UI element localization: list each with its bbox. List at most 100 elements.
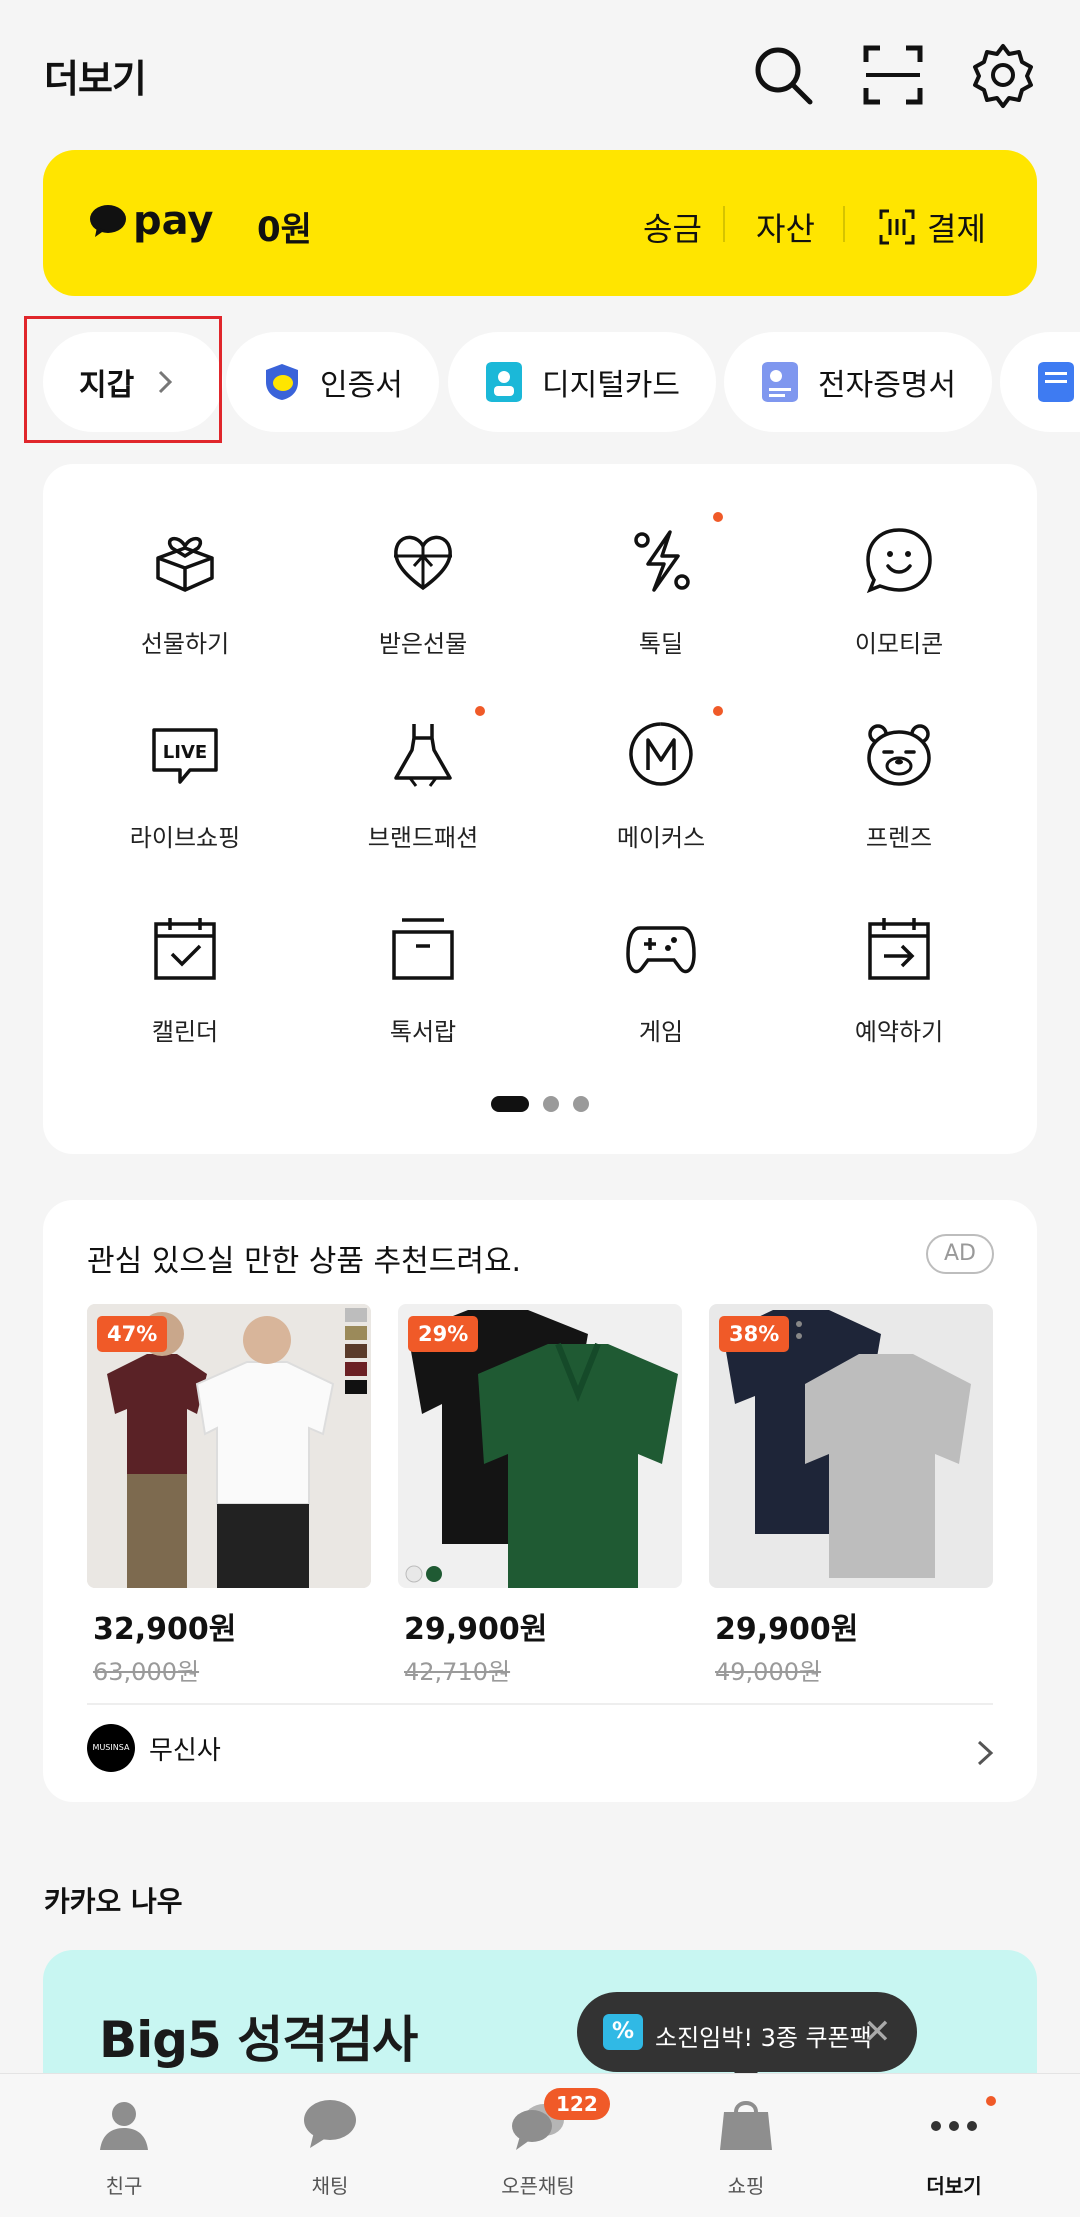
bottom-tab-bar: 친구 채팅 122 오픈채팅 쇼핑 더보기: [0, 2073, 1080, 2217]
gear-icon[interactable]: [968, 40, 1038, 110]
recommendation-ad-card: 관심 있으실 만한 상품 추천드려요. AD 47% 32,900원 63,00…: [43, 1200, 1037, 1802]
product-original-price: 63,000원: [93, 1658, 200, 1686]
chip-certificate[interactable]: 인증서: [226, 332, 439, 432]
grid-label: 톡서랍: [389, 1018, 457, 1046]
grid-label: 캘린더: [151, 1018, 219, 1046]
new-dot: [713, 706, 723, 716]
person-icon: [100, 2102, 148, 2150]
mail-doc-icon: [1038, 362, 1074, 402]
chevron-right-icon[interactable]: [973, 1738, 997, 1768]
grid-item-friends[interactable]: 프렌즈: [779, 720, 1019, 890]
percent-tag-icon: %: [603, 2014, 643, 2050]
grid-item-emoticon[interactable]: 이모티콘: [779, 526, 1019, 696]
shield-icon: [266, 364, 298, 400]
chat-bubble-icon: [304, 2100, 356, 2148]
grid-item-makers[interactable]: 메이커스: [541, 706, 781, 890]
close-icon[interactable]: ✕: [863, 2012, 892, 2052]
shopping-bag-icon: [720, 2101, 772, 2150]
pay-balance[interactable]: 0원: [257, 202, 312, 251]
heart-gift-icon: [394, 535, 452, 591]
grid-label: 받은선물: [378, 630, 468, 658]
tab-shopping[interactable]: 쇼핑: [666, 2094, 826, 2204]
product-image[interactable]: 38%: [709, 1304, 993, 1588]
percent-bolt-icon: [634, 530, 690, 592]
coupon-toast[interactable]: % 소진임박! 3종 쿠폰팩 ✕: [577, 1992, 917, 2084]
more-dots-icon: [931, 2121, 977, 2131]
grid-label: 선물하기: [140, 630, 230, 658]
tab-label: 친구: [105, 2174, 143, 2198]
gamepad-icon: [626, 926, 696, 974]
product-price: 29,900원: [404, 1612, 548, 1647]
scan-icon[interactable]: [858, 40, 928, 110]
grid-item-live-shopping[interactable]: LIVE 라이브쇼핑: [65, 720, 305, 890]
product-card[interactable]: 29% 29,900원 42,710원: [398, 1304, 682, 1686]
tab-open-chat[interactable]: 122 오픈채팅: [458, 2088, 618, 2204]
grid-item-received-gift[interactable]: 받은선물: [303, 526, 543, 696]
makers-m-icon: [629, 722, 693, 786]
assets-button[interactable]: 자산: [756, 204, 815, 250]
payment-label: 결제: [927, 210, 986, 248]
product-original-price: 49,000원: [715, 1658, 822, 1686]
wallet-highlight-box: [24, 316, 222, 443]
chip-digital-card[interactable]: 디지털카드: [448, 332, 716, 432]
page-dot[interactable]: [543, 1096, 559, 1112]
tab-label: 더보기: [926, 2174, 982, 2198]
brand-logo: MUSINSA: [87, 1724, 135, 1772]
ad-badge[interactable]: AD: [926, 1234, 994, 1274]
kakaopay-bar[interactable]: pay 0원 송금 자산 결제: [43, 150, 1037, 296]
new-dot: [986, 2096, 996, 2106]
divider: [723, 206, 725, 242]
barcode-icon: [879, 209, 915, 245]
page-dot[interactable]: [573, 1096, 589, 1112]
grid-label: 톡딜: [638, 630, 684, 658]
tab-chats[interactable]: 채팅: [250, 2094, 410, 2204]
new-dot: [713, 512, 723, 522]
document-icon: [762, 362, 798, 402]
grid-item-calendar[interactable]: 캘린더: [65, 914, 305, 1084]
brand-name: 무신사: [149, 1735, 221, 1766]
chip-more[interactable]: [1000, 332, 1080, 432]
live-icon: LIVE: [152, 728, 218, 784]
grid-item-game[interactable]: 게임: [541, 914, 781, 1084]
grid-item-reservation[interactable]: 예약하기: [779, 914, 1019, 1084]
remit-button[interactable]: 송금: [643, 204, 702, 250]
product-image[interactable]: 29%: [398, 1304, 682, 1588]
grid-item-talk-drawer[interactable]: 톡서랍: [303, 914, 543, 1084]
product-card[interactable]: 38% 29,900원 49,000원: [709, 1304, 993, 1686]
product-card[interactable]: 47% 32,900원 63,000원: [87, 1304, 371, 1686]
grid-label: 게임: [638, 1018, 684, 1046]
grid-item-gift[interactable]: 선물하기: [65, 526, 305, 696]
product-price: 29,900원: [715, 1612, 859, 1647]
tab-friends[interactable]: 친구: [44, 2094, 204, 2204]
discount-badge: 38%: [719, 1316, 790, 1352]
chip-label: 디지털카드: [542, 368, 680, 403]
header: 더보기: [0, 0, 1080, 150]
calendar-arrow-icon: [868, 918, 930, 980]
pay-logo-text: pay: [133, 198, 214, 244]
unread-badge: 122: [544, 2088, 610, 2120]
dress-icon: [394, 724, 452, 787]
chip-label: 인증서: [320, 368, 403, 403]
discount-badge: 29%: [408, 1316, 479, 1352]
product-price: 32,900원: [93, 1612, 237, 1647]
brand-row[interactable]: MUSINSA 무신사: [87, 1724, 221, 1772]
page-indicator: [491, 1096, 589, 1112]
tab-more[interactable]: 더보기: [874, 2094, 1034, 2204]
chip-e-certificate[interactable]: 전자증명서: [724, 332, 992, 432]
page-title: 더보기: [44, 57, 147, 101]
grid-label: 브랜드패션: [367, 824, 479, 852]
section-title: 카카오 나우: [44, 1885, 183, 1918]
tab-label: 오픈채팅: [501, 2174, 575, 2198]
bear-icon: [867, 724, 931, 786]
product-image[interactable]: 47%: [87, 1304, 371, 1588]
tab-label: 쇼핑: [727, 2174, 765, 2198]
grid-label: 메이커스: [616, 824, 706, 852]
new-dot: [475, 706, 485, 716]
id-card-icon: [486, 362, 522, 402]
grid-item-brand-fashion[interactable]: 브랜드패션: [303, 706, 543, 890]
search-icon[interactable]: [748, 40, 818, 110]
ad-title: 관심 있으실 만한 상품 추천드려요.: [87, 1244, 522, 1279]
page-dot-active[interactable]: [491, 1096, 529, 1112]
grid-item-talkdeal[interactable]: 톡딜: [541, 512, 781, 696]
payment-button[interactable]: 결제: [879, 204, 986, 250]
